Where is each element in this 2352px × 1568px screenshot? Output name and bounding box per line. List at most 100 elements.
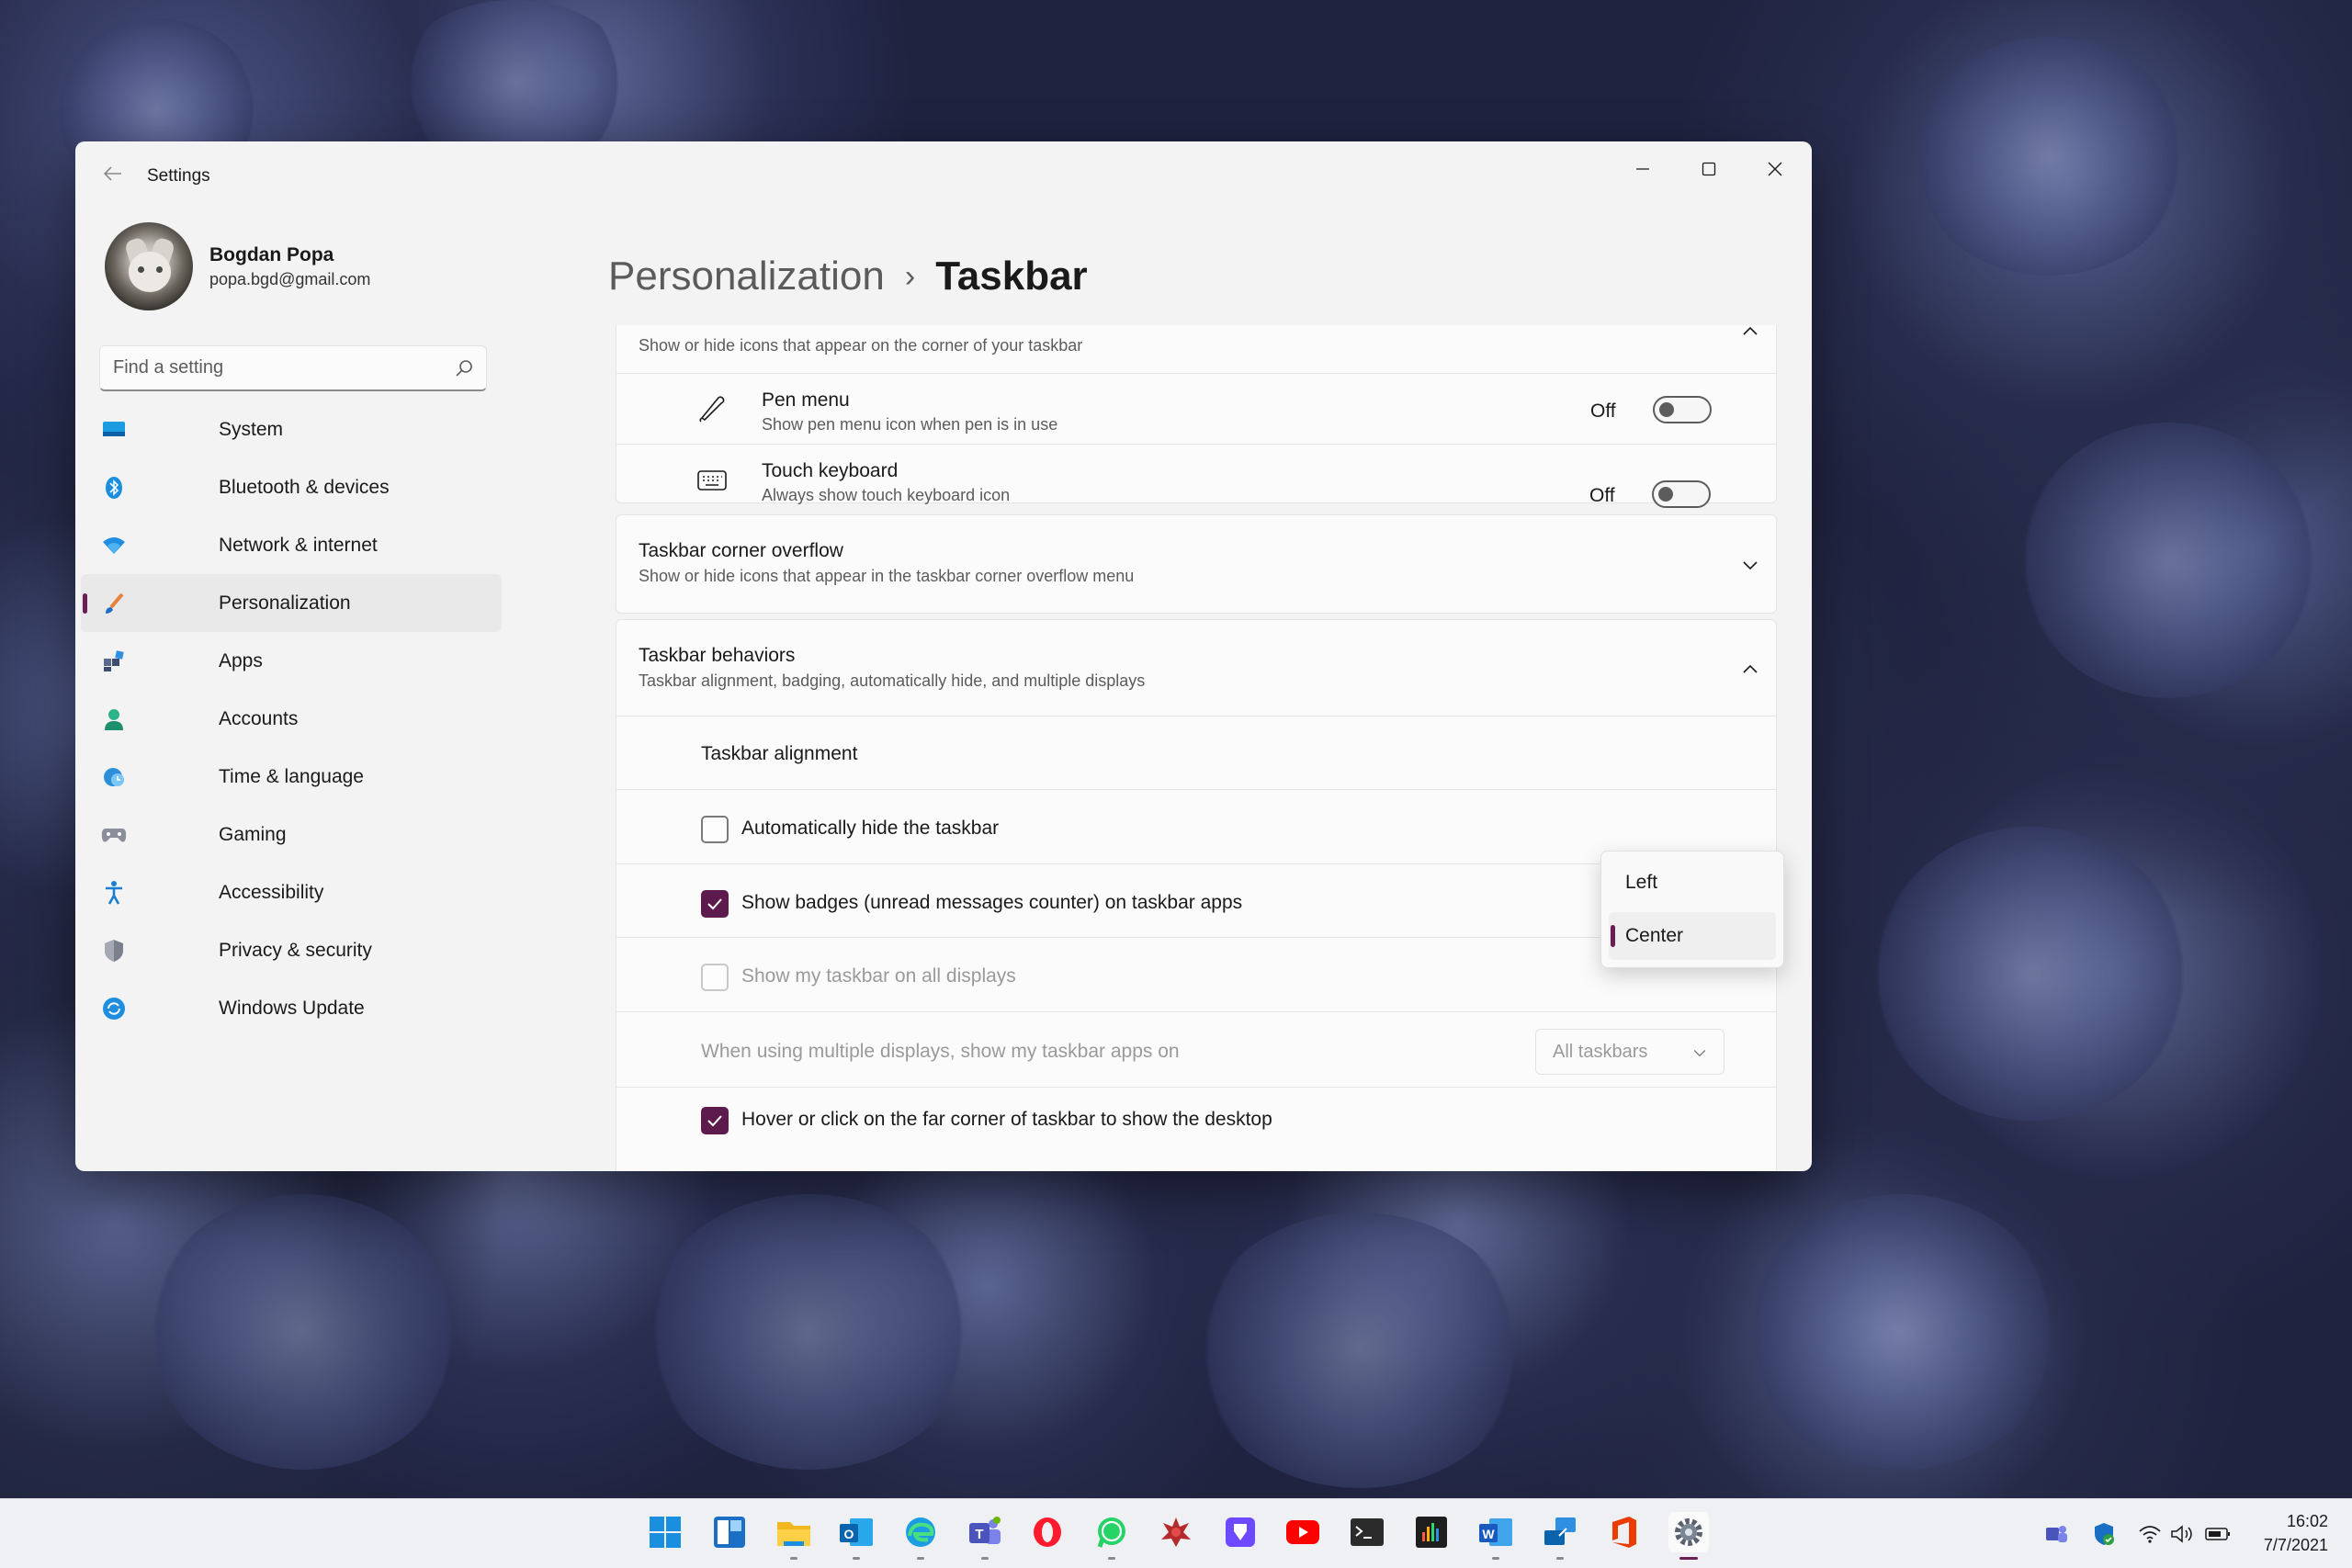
toggle-knob: [1658, 487, 1673, 502]
alignment-option-left[interactable]: Left: [1609, 859, 1776, 907]
running-indicator: [981, 1557, 989, 1560]
shield-icon: [101, 938, 127, 964]
app-title: Settings: [147, 166, 210, 186]
pen-icon: [694, 389, 730, 426]
all-displays-label: Show my taskbar on all displays: [741, 965, 1016, 987]
all-displays-checkbox[interactable]: [701, 964, 729, 991]
sidebar-item-time-language[interactable]: Time & language: [81, 748, 502, 806]
clock-date[interactable]: 7/7/2021: [2264, 1536, 2328, 1555]
show-badges-checkbox[interactable]: [701, 890, 729, 918]
update-icon: [101, 996, 127, 1021]
running-indicator: [917, 1557, 924, 1560]
sidebar-item-gaming[interactable]: Gaming: [81, 806, 502, 863]
user-email: popa.bgd@gmail.com: [209, 270, 371, 288]
wifi-tray-icon[interactable]: [2137, 1521, 2163, 1547]
game-app-button[interactable]: [1156, 1512, 1196, 1552]
far-corner-label: Hover or click on the far corner of task…: [741, 1109, 1272, 1130]
proton-vpn-icon: [1226, 1517, 1255, 1547]
office-button[interactable]: [1604, 1512, 1645, 1552]
start-button[interactable]: [645, 1512, 685, 1552]
close-button[interactable]: [1746, 151, 1804, 187]
avatar[interactable]: [105, 222, 193, 310]
divider: [616, 1011, 1776, 1012]
checkmark-icon: [707, 898, 722, 910]
search-box[interactable]: [99, 345, 487, 391]
teams-icon: T: [969, 1517, 1001, 1544]
sidebar-item-bluetooth[interactable]: Bluetooth & devices: [81, 458, 502, 516]
proton-vpn-button[interactable]: [1220, 1512, 1261, 1552]
sidebar-item-label: Windows Update: [219, 997, 365, 1019]
auto-hide-checkbox[interactable]: [701, 816, 729, 843]
pen-menu-toggle[interactable]: [1653, 396, 1712, 423]
multi-display-label: When using multiple displays, show my ta…: [701, 1041, 1180, 1062]
teams-tray-icon[interactable]: [2043, 1521, 2069, 1547]
corner-overflow-card[interactable]: Taskbar corner overflow Show or hide ico…: [616, 514, 1777, 614]
terminal-button[interactable]: [1347, 1512, 1387, 1552]
alignment-dropdown: Left Center: [1600, 851, 1784, 968]
search-icon[interactable]: [453, 357, 475, 379]
breadcrumb-parent[interactable]: Personalization: [608, 254, 885, 299]
youtube-button[interactable]: [1283, 1512, 1323, 1552]
corner-icons-subtitle: Show or hide icons that appear on the co…: [639, 336, 1083, 355]
gamepad-icon: [101, 822, 127, 848]
sidebar-item-system[interactable]: System: [81, 400, 502, 458]
globe-clock-icon: [101, 764, 127, 790]
apps-icon: [101, 649, 127, 674]
sidebar-item-personalization[interactable]: Personalization: [81, 574, 502, 632]
checkmark-icon: [707, 1115, 722, 1127]
word-button[interactable]: W: [1476, 1512, 1516, 1560]
chevron-down-icon[interactable]: [1739, 554, 1761, 576]
far-corner-checkbox[interactable]: [701, 1107, 729, 1134]
sidebar-item-accounts[interactable]: Accounts: [81, 690, 502, 748]
keyboard-icon: [694, 462, 730, 499]
minimize-button[interactable]: [1613, 151, 1672, 187]
maximize-button[interactable]: [1679, 151, 1738, 187]
whatsapp-button[interactable]: [1091, 1512, 1132, 1560]
alignment-option-center[interactable]: Center: [1609, 912, 1776, 960]
chevron-up-icon[interactable]: [1739, 659, 1761, 681]
sidebar-item-label: Privacy & security: [219, 939, 372, 961]
widgets-button[interactable]: [709, 1512, 750, 1552]
touch-keyboard-toggle-state: Off: [1589, 485, 1615, 506]
sidebar-item-windows-update[interactable]: Windows Update: [81, 979, 502, 1037]
divider: [616, 789, 1776, 790]
sidebar-item-apps[interactable]: Apps: [81, 632, 502, 690]
volume-tray-icon[interactable]: [2168, 1521, 2194, 1547]
chevron-up-icon[interactable]: [1739, 325, 1761, 343]
security-tray-icon[interactable]: [2091, 1521, 2117, 1547]
sidebar-item-label: Bluetooth & devices: [219, 476, 390, 498]
sidebar-item-label: Accounts: [219, 707, 299, 729]
running-indicator: [853, 1557, 860, 1560]
avatar-art: [129, 252, 171, 292]
avatar-art: [138, 266, 144, 273]
opera-icon: [1034, 1517, 1061, 1547]
sidebar-item-accessibility[interactable]: Accessibility: [81, 863, 502, 921]
clock-time[interactable]: 16:02: [2287, 1512, 2328, 1531]
edge-button[interactable]: [900, 1512, 941, 1560]
running-indicator: [1108, 1557, 1115, 1560]
search-input[interactable]: [113, 357, 444, 378]
battery-tray-icon[interactable]: [2205, 1521, 2231, 1547]
touch-keyboard-subtitle: Always show touch keyboard icon: [762, 486, 1011, 504]
pen-menu-title: Pen menu: [762, 389, 850, 411]
opera-button[interactable]: [1027, 1512, 1068, 1552]
settings-button[interactable]: [1668, 1512, 1709, 1560]
file-explorer-button[interactable]: [774, 1512, 814, 1560]
pen-menu-toggle-state: Off: [1590, 400, 1616, 422]
whatsapp-icon: [1097, 1517, 1125, 1548]
running-indicator: [1492, 1557, 1499, 1560]
remote-desktop-button[interactable]: [1540, 1512, 1580, 1560]
audio-app-button[interactable]: [1411, 1512, 1452, 1552]
back-button[interactable]: [99, 164, 127, 191]
sidebar-item-network[interactable]: Network & internet: [81, 516, 502, 574]
multi-display-select[interactable]: All taskbars: [1535, 1029, 1724, 1075]
selected-indicator: [1611, 925, 1615, 947]
touch-keyboard-toggle[interactable]: [1652, 480, 1711, 508]
teams-button[interactable]: T: [965, 1512, 1005, 1560]
sidebar-item-label: Personalization: [219, 592, 351, 614]
settings-window: Settings Bogdan Popa popa.bgd@gmail.com …: [75, 141, 1812, 1171]
outlook-button[interactable]: O: [836, 1512, 876, 1560]
wallpaper-highlight: [2021, 423, 2315, 698]
sidebar-item-privacy-security[interactable]: Privacy & security: [81, 921, 502, 979]
svg-text:W: W: [1482, 1527, 1495, 1541]
